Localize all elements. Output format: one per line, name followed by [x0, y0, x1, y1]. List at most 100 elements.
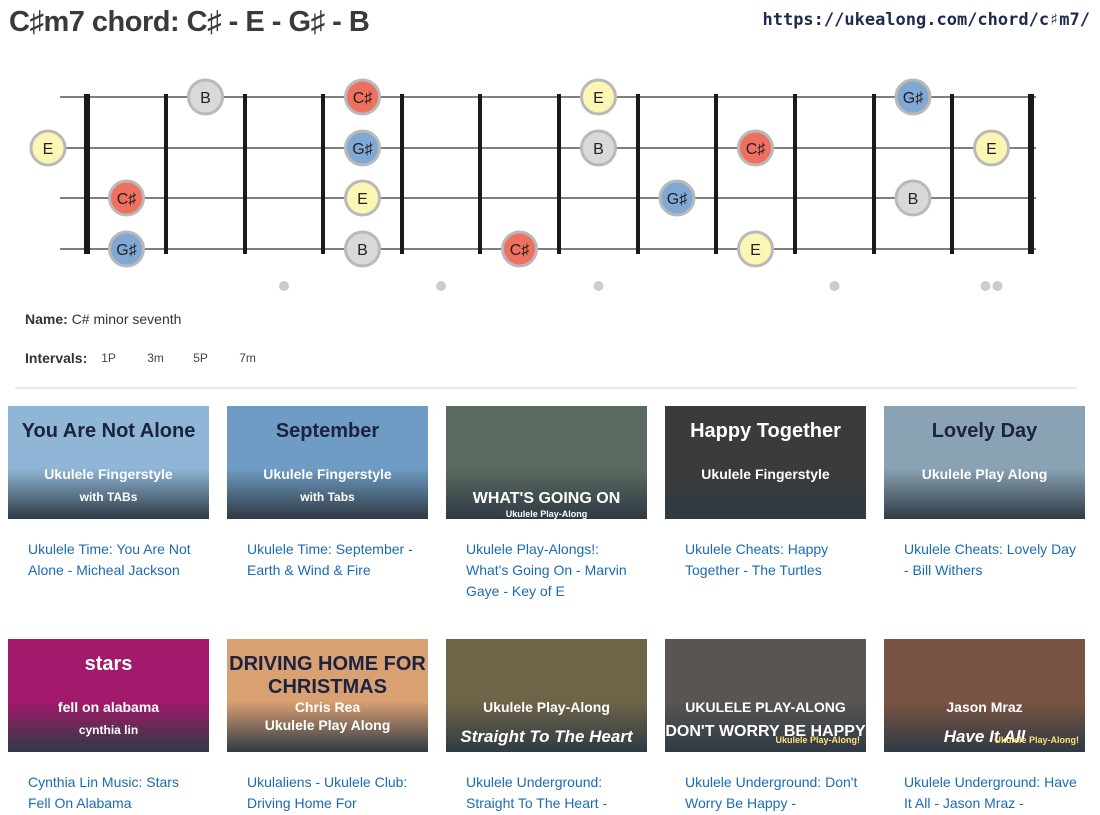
- video-title-link[interactable]: Ukulele Cheats: Lovely Day - Bill Wither…: [884, 539, 1085, 581]
- page-title: C♯m7 chord: C♯ - E - G♯ - B: [9, 6, 370, 38]
- video-thumbnail[interactable]: You Are Not Alone Ukulele Fingerstyle with…: [8, 406, 209, 519]
- note-label: C♯: [510, 242, 530, 259]
- thumbnail-subtitle: Ukulele Fingerstyle: [263, 466, 392, 482]
- video-thumbnail[interactable]: Lovely Day Ukulele Play Along: [884, 406, 1085, 519]
- note-label: G♯: [116, 242, 136, 259]
- thumbnail-title: DRIVING HOME FOR CHRISTMAS: [229, 653, 426, 698]
- fret-line-10: [872, 94, 876, 254]
- page-url[interactable]: https://ukealong.com/chord/c♯m7/: [762, 10, 1090, 30]
- note-seventh[interactable]: G♯: [344, 129, 381, 167]
- note-label: G♯: [667, 191, 687, 208]
- video-card[interactable]: Have It All Jason Mraz Ukulele Play-Along!…: [884, 639, 1085, 814]
- interval-item: 7m: [239, 351, 256, 365]
- note-seventh[interactable]: G♯: [894, 78, 932, 116]
- note-label: C♯: [353, 90, 373, 107]
- thumbnail-title: Straight To The Heart: [460, 727, 633, 746]
- note-fifth[interactable]: B: [187, 78, 224, 116]
- note-fifth[interactable]: B: [344, 230, 381, 268]
- fret-line-2: [243, 94, 247, 254]
- video-card[interactable]: You Are Not Alone Ukulele Fingerstyle with…: [8, 406, 209, 581]
- video-card[interactable]: September Ukulele Fingerstyle with Tabs Uku…: [227, 406, 428, 581]
- note-root[interactable]: C♯: [108, 179, 145, 217]
- video-thumbnail[interactable]: September Ukulele Fingerstyle with Tabs: [227, 406, 428, 519]
- fret-line-8: [714, 94, 718, 254]
- note-fifth[interactable]: B: [580, 129, 617, 167]
- thumbnail-subtitle: Chris Rea: [294, 699, 361, 715]
- note-third[interactable]: E: [29, 129, 67, 167]
- video-thumbnail[interactable]: WHAT'S GOING ON Ukulele Play-Along: [446, 406, 647, 519]
- video-card[interactable]: DRIVING HOME FOR CHRISTMAS Chris Rea Ukule…: [227, 639, 428, 814]
- intervals-row: Intervals: 1P 3m 5P 7m: [25, 350, 285, 366]
- video-title-link[interactable]: Ukulaliens - Ukulele Club: Driving Home …: [227, 772, 428, 814]
- video-card[interactable]: stars fell on alabama cynthia lin Cynthia L…: [8, 639, 209, 814]
- note-fifth[interactable]: B: [894, 179, 932, 217]
- video-thumbnail[interactable]: DON'T WORRY BE HAPPY UKULELE PLAY-ALONG Uk…: [665, 639, 866, 752]
- video-card[interactable]: Straight To The Heart Ukulele Play-Along U…: [446, 639, 647, 814]
- note-third[interactable]: E: [344, 179, 381, 217]
- thumbnail-title: stars: [84, 653, 133, 675]
- video-title-link[interactable]: Ukulele Underground: Have It All - Jason…: [884, 772, 1085, 814]
- thumbnail-caption: Ukulele Play-Along!: [994, 735, 1079, 745]
- fret-marker-dot: [436, 281, 446, 291]
- thumbnail-subtitle: Ukulele Play-Along: [483, 699, 610, 715]
- video-title-link[interactable]: Ukulele Underground: Straight To The Hea…: [446, 772, 647, 814]
- fret-line-11: [950, 94, 954, 254]
- thumbnail-subtitle: fell on alabama: [57, 699, 160, 715]
- fret-line-4: [400, 94, 404, 254]
- thumbnail-title: Happy Together: [690, 420, 841, 442]
- thumbnail-caption: with TABs: [79, 490, 138, 504]
- fret-line-9: [793, 94, 797, 254]
- video-card[interactable]: Lovely Day Ukulele Play Along Ukulele Chea…: [884, 406, 1085, 581]
- video-card[interactable]: WHAT'S GOING ON Ukulele Play-Along Ukulele…: [446, 406, 647, 602]
- note-label: E: [593, 90, 604, 107]
- chord-name-row: Name: C# minor seventh: [25, 311, 181, 327]
- thumbnail-subtitle: Ukulele Fingerstyle: [701, 466, 830, 482]
- video-thumbnail[interactable]: Have It All Jason Mraz Ukulele Play-Along!: [884, 639, 1085, 752]
- interval-item: 1P: [101, 351, 116, 365]
- thumbnail-subtitle: Jason Mraz: [946, 699, 1023, 715]
- note-label: B: [908, 191, 919, 208]
- fret-marker-dot: [279, 281, 289, 291]
- thumbnail-title: WHAT'S GOING ON: [472, 490, 621, 507]
- note-third[interactable]: E: [737, 230, 774, 268]
- note-third[interactable]: E: [973, 129, 1010, 167]
- video-title-link[interactable]: Ukulele Time: September - Earth & Wind &…: [227, 539, 428, 581]
- fret-marker-dot: [980, 281, 991, 291]
- video-thumbnail[interactable]: Straight To The Heart Ukulele Play-Along: [446, 639, 647, 752]
- note-label: B: [593, 141, 604, 158]
- video-title-link[interactable]: Ukulele Play-Alongs!: What's Going On - …: [446, 539, 647, 602]
- chord-name-value: C# minor seventh: [71, 311, 182, 327]
- thumbnail-title: Lovely Day: [931, 420, 1038, 442]
- interval-item: 5P: [193, 351, 208, 365]
- fret-marker-dot: [829, 281, 840, 291]
- video-title-link[interactable]: Cynthia Lin Music: Stars Fell On Alabama: [8, 772, 209, 814]
- video-thumbnail[interactable]: stars fell on alabama cynthia lin: [8, 639, 209, 752]
- note-label: C♯: [746, 141, 766, 158]
- thumbnail-subtitle: Ukulele Play-Along: [505, 509, 588, 519]
- video-card[interactable]: DON'T WORRY BE HAPPY UKULELE PLAY-ALONG Uk…: [665, 639, 866, 814]
- note-label: E: [750, 242, 761, 259]
- video-thumbnail[interactable]: DRIVING HOME FOR CHRISTMAS Chris Rea Ukule…: [227, 639, 428, 752]
- section-divider: [15, 387, 1077, 389]
- note-root[interactable]: C♯: [737, 129, 774, 167]
- video-card[interactable]: Happy Together Ukulele Fingerstyle Ukulele…: [665, 406, 866, 581]
- note-seventh[interactable]: G♯: [108, 230, 145, 268]
- note-root[interactable]: C♯: [344, 78, 381, 116]
- thumbnail-subtitle: Ukulele Play Along: [921, 466, 1048, 482]
- note-third[interactable]: E: [580, 78, 617, 116]
- note-label: B: [200, 90, 211, 107]
- note-label: B: [357, 242, 368, 259]
- video-thumbnail[interactable]: Happy Together Ukulele Fingerstyle: [665, 406, 866, 519]
- thumbnail-subtitle: UKULELE PLAY-ALONG: [685, 699, 846, 715]
- name-label: Name:: [25, 311, 68, 327]
- video-title-link[interactable]: Ukulele Cheats: Happy Together - The Tur…: [665, 539, 866, 581]
- note-label: G♯: [903, 90, 923, 107]
- note-root[interactable]: C♯: [501, 230, 538, 268]
- thumbnail-title: September: [275, 420, 380, 442]
- nut: [84, 94, 90, 254]
- fret-line-6: [557, 94, 561, 254]
- video-title-link[interactable]: Ukulele Time: You Are Not Alone - Michea…: [8, 539, 209, 581]
- note-label: G♯: [352, 141, 372, 158]
- video-title-link[interactable]: Ukulele Underground: Don't Worry Be Happ…: [665, 772, 866, 814]
- note-seventh[interactable]: G♯: [658, 179, 696, 217]
